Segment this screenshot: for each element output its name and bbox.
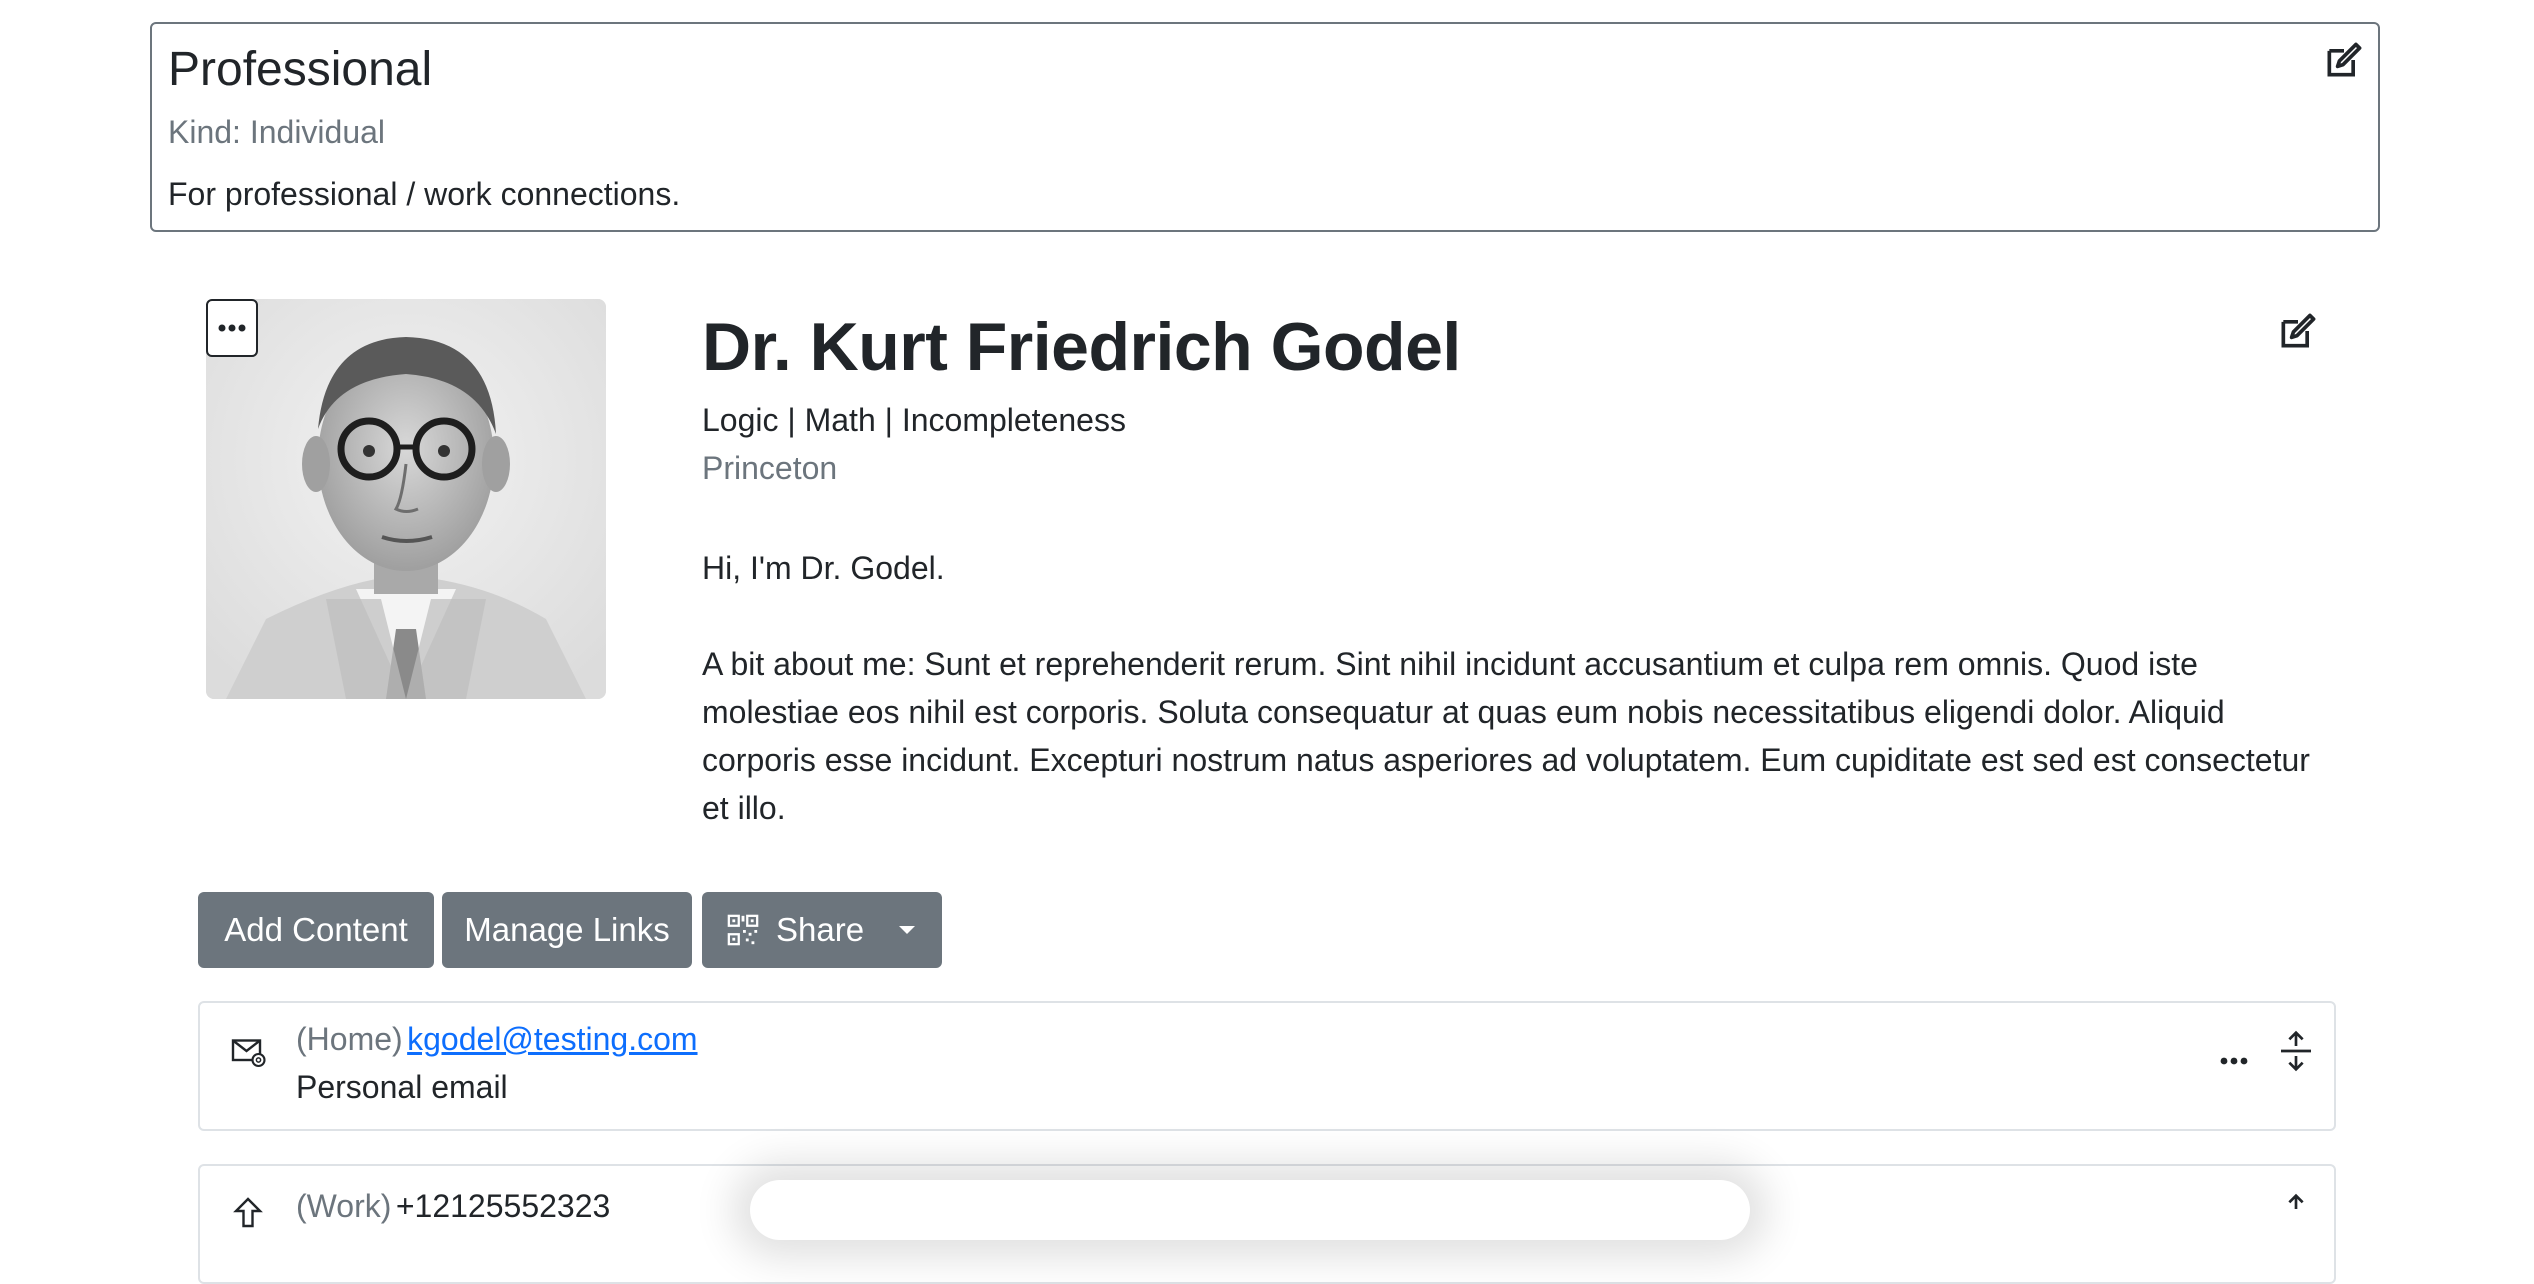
bio-greeting: Hi, I'm Dr. Godel. <box>702 550 945 586</box>
expand-vertical-icon <box>2288 1193 2304 1209</box>
manage-links-button[interactable]: Manage Links <box>442 892 692 968</box>
bio-about: A bit about me: Sunt et reprehenderit re… <box>702 646 2310 826</box>
persona-title: Professional <box>168 43 433 96</box>
email-icon <box>230 1033 266 1069</box>
profile-organization: Princeton <box>702 450 838 486</box>
share-label: Share <box>776 911 865 948</box>
edit-profile-button[interactable] <box>2276 309 2320 353</box>
profile-photo <box>206 299 606 699</box>
persona-description: For professional / work connections. <box>168 176 681 212</box>
item-drag-handle[interactable] <box>2276 1192 2320 1236</box>
more-icon <box>218 324 246 332</box>
item-drag-handle[interactable] <box>2276 1029 2320 1073</box>
persona-card: Professional Kind: Individual For profes… <box>150 22 2380 232</box>
floating-toolbar <box>750 1180 1750 1240</box>
content-item: (Home) kgodel@testing.com Personal email <box>198 1001 2336 1131</box>
expand-vertical-icon <box>2281 1030 2311 1072</box>
item-header: (Home) kgodel@testing.com <box>296 1021 698 1058</box>
share-button-group: Share <box>702 892 942 968</box>
add-content-button[interactable]: Add Content <box>198 892 434 968</box>
caret-down-icon <box>899 926 915 934</box>
more-icon <box>2220 1057 2248 1065</box>
item-type: (Work) <box>296 1188 392 1224</box>
profile-name: Dr. Kurt Friedrich Godel <box>702 309 1461 385</box>
item-type: (Home) <box>296 1021 403 1057</box>
edit-icon <box>2327 42 2362 77</box>
share-button[interactable]: Share <box>702 892 872 968</box>
profile-bio: Hi, I'm Dr. Godel. A bit about me: Sunt … <box>702 544 2322 880</box>
item-value[interactable]: +12125552323 <box>396 1188 610 1224</box>
phone-icon <box>230 1196 266 1232</box>
share-dropdown-toggle[interactable] <box>872 892 942 968</box>
persona-kind-label: Kind: <box>168 114 241 150</box>
edit-persona-button[interactable] <box>2322 38 2366 82</box>
persona-kind-value: Individual <box>249 114 386 150</box>
item-description: Personal email <box>296 1069 508 1105</box>
profile-tagline: Logic | Math | Incompleteness <box>702 402 1126 438</box>
persona-kind: Kind: Individual <box>168 114 385 151</box>
profile-menu-button[interactable] <box>206 299 258 357</box>
item-header: (Work) +12125552323 <box>296 1188 610 1225</box>
item-menu-button[interactable] <box>2212 1039 2256 1083</box>
item-link[interactable]: kgodel@testing.com <box>407 1021 697 1057</box>
portrait-image <box>206 299 606 699</box>
qr-code-icon <box>727 914 759 946</box>
edit-icon <box>2281 313 2316 348</box>
